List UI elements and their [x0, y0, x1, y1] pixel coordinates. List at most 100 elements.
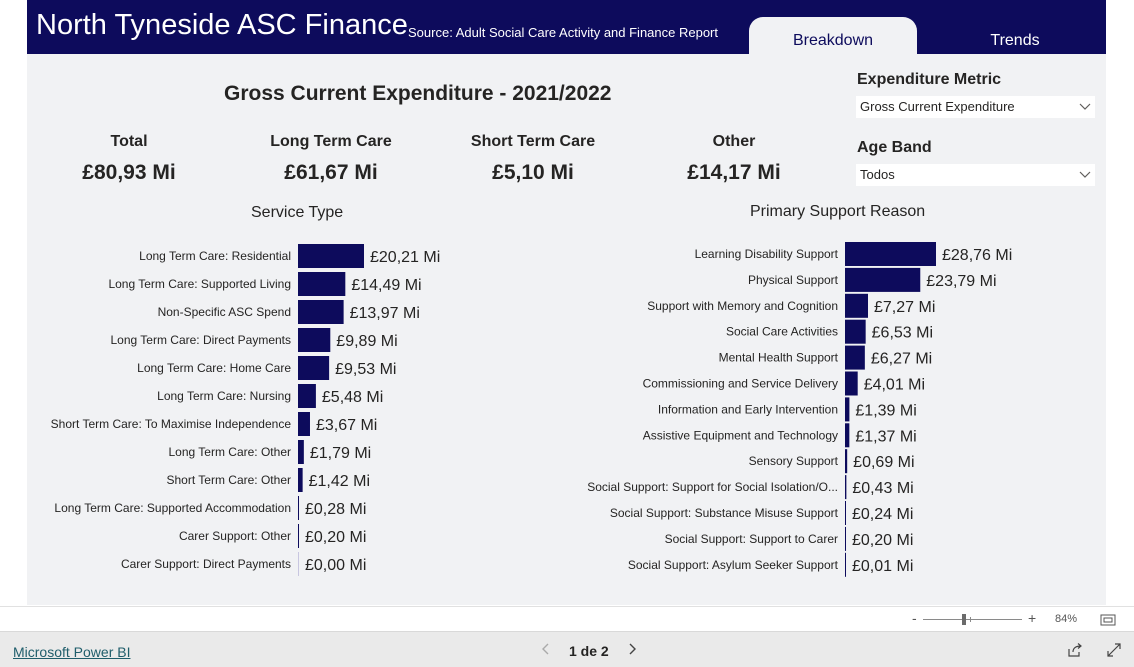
bar[interactable]: [845, 501, 846, 525]
bar[interactable]: [298, 440, 304, 464]
kpi-label: Other: [712, 133, 756, 150]
category-label: Short Term Care: To Maximise Independenc…: [51, 417, 292, 431]
category-label: Long Term Care: Nursing: [157, 389, 291, 403]
bar[interactable]: [845, 242, 936, 266]
category-label: Information and Early Intervention: [658, 402, 838, 416]
bar[interactable]: [298, 468, 303, 492]
zoom-out-button[interactable]: -: [912, 610, 917, 626]
metric-dropdown[interactable]: Gross Current Expenditure: [856, 96, 1095, 118]
tab-breakdown[interactable]: Breakdown: [749, 17, 917, 55]
kpi-label: Short Term Care: [470, 133, 596, 150]
category-label: Learning Disability Support: [695, 247, 839, 261]
category-label: Long Term Care: Other: [168, 445, 291, 459]
category-label: Sensory Support: [749, 454, 839, 468]
power-bi-link[interactable]: Microsoft Power BI: [13, 644, 130, 660]
primary-support-chart-title: Primary Support Reason: [750, 203, 926, 220]
category-label: Non-Specific ASC Spend: [158, 305, 291, 319]
value-label: £4,01 Mi: [864, 377, 925, 394]
kpi-label: Long Term Care: [270, 133, 392, 150]
bar[interactable]: [298, 552, 299, 576]
bar[interactable]: [845, 319, 866, 344]
age-band-dropdown-value: Todos: [860, 167, 895, 182]
value-label: £0,20 Mi: [305, 529, 366, 546]
fullscreen-icon[interactable]: [1107, 643, 1121, 657]
metric-dropdown-value: Gross Current Expenditure: [860, 99, 1015, 114]
bar[interactable]: [845, 397, 850, 422]
bar[interactable]: [845, 475, 847, 500]
service-type-bar-chart: Long Term Care: Residential £20,21 Mi Long…: [51, 244, 440, 576]
category-label: Social Support: Substance Misuse Support: [610, 506, 839, 520]
bar[interactable]: [845, 371, 858, 396]
kpi-value: £80,93 Mi: [82, 161, 176, 184]
bar[interactable]: [845, 423, 850, 448]
age-band-dropdown[interactable]: Todos: [856, 164, 1095, 186]
bar[interactable]: [298, 496, 299, 520]
fit-to-page-icon[interactable]: [1100, 614, 1116, 626]
bar[interactable]: [298, 328, 331, 352]
footer: Microsoft Power BI 1 de 2: [0, 631, 1134, 667]
category-label: Support with Memory and Cognition: [647, 299, 838, 313]
value-label: £1,39 Mi: [855, 402, 916, 419]
value-label: £3,67 Mi: [316, 417, 377, 434]
value-label: £23,79 Mi: [926, 273, 996, 290]
kpi-long-term-care: Long Term Care £61,67 Mi: [231, 133, 431, 185]
zoom-level: 84%: [1055, 613, 1078, 625]
zoom-slider-thumb[interactable]: [962, 614, 966, 625]
bar[interactable]: [298, 272, 346, 296]
value-label: £0,69 Mi: [853, 454, 914, 471]
category-label: Carer Support: Direct Payments: [121, 557, 291, 571]
bar[interactable]: [845, 267, 921, 292]
bar[interactable]: [298, 524, 299, 548]
kpi-short-term-care: Short Term Care £5,10 Mi: [433, 133, 633, 185]
power-bi-viewer: North Tyneside ASC Finance Source: Adult…: [0, 0, 1134, 667]
value-label: £6,27 Mi: [871, 351, 932, 368]
bar[interactable]: [298, 300, 344, 324]
chevron-down-icon: [1079, 103, 1091, 110]
value-label: £1,79 Mi: [310, 445, 371, 462]
zoom-bar: - + 84%: [0, 606, 1134, 631]
tab-trends[interactable]: Trends: [935, 17, 1095, 55]
category-label: Social Care Activities: [726, 325, 838, 339]
previous-page-icon[interactable]: [540, 642, 552, 656]
kpi-other: Other £14,17 Mi: [634, 133, 834, 185]
zoom-slider-track[interactable]: [923, 619, 1022, 620]
value-label: £14,49 Mi: [351, 277, 421, 294]
value-label: £13,97 Mi: [350, 305, 420, 322]
category-label: Social Support: Support to Carer: [665, 532, 838, 546]
kpi-label: Total: [110, 133, 148, 150]
value-label: £0,24 Mi: [852, 506, 913, 523]
value-label: £28,76 Mi: [942, 247, 1012, 264]
bar[interactable]: [845, 345, 865, 370]
category-label: Long Term Care: Supported Living: [108, 277, 291, 291]
bar[interactable]: [845, 526, 846, 551]
bar[interactable]: [845, 449, 848, 474]
value-label: £9,89 Mi: [336, 333, 397, 350]
category-label: Long Term Care: Direct Payments: [110, 333, 291, 347]
next-page-icon[interactable]: [626, 642, 638, 656]
bar[interactable]: [298, 356, 330, 380]
category-label: Social Support: Support for Social Isola…: [587, 480, 838, 494]
category-label: Social Support: Asylum Seeker Support: [628, 558, 839, 572]
category-label: Carer Support: Other: [179, 529, 291, 543]
share-icon[interactable]: [1067, 643, 1083, 657]
category-label: Short Term Care: Other: [167, 473, 292, 487]
value-label: £20,21 Mi: [370, 249, 440, 266]
page-indicator: 1 de 2: [569, 643, 609, 659]
value-label: £1,37 Mi: [855, 428, 916, 445]
bar[interactable]: [845, 552, 846, 577]
bar[interactable]: [298, 412, 310, 436]
value-label: £6,53 Mi: [872, 325, 933, 342]
value-label: £5,48 Mi: [322, 389, 383, 406]
page-title: Gross Current Expenditure - 2021/2022: [224, 82, 612, 105]
report-header: North Tyneside ASC Finance Source: Adult…: [27, 0, 1106, 55]
metric-filter-label: Expenditure Metric: [857, 71, 1002, 88]
category-label: Assistive Equipment and Technology: [643, 428, 838, 442]
bar[interactable]: [298, 244, 364, 268]
bar[interactable]: [298, 384, 316, 408]
kpi-value: £5,10 Mi: [492, 161, 574, 184]
value-label: £7,27 Mi: [874, 299, 935, 316]
bar[interactable]: [845, 293, 869, 318]
zoom-in-button[interactable]: +: [1028, 610, 1036, 626]
value-label: £0,01 Mi: [852, 558, 913, 575]
kpi-total: Total £80,93 Mi: [29, 133, 229, 185]
